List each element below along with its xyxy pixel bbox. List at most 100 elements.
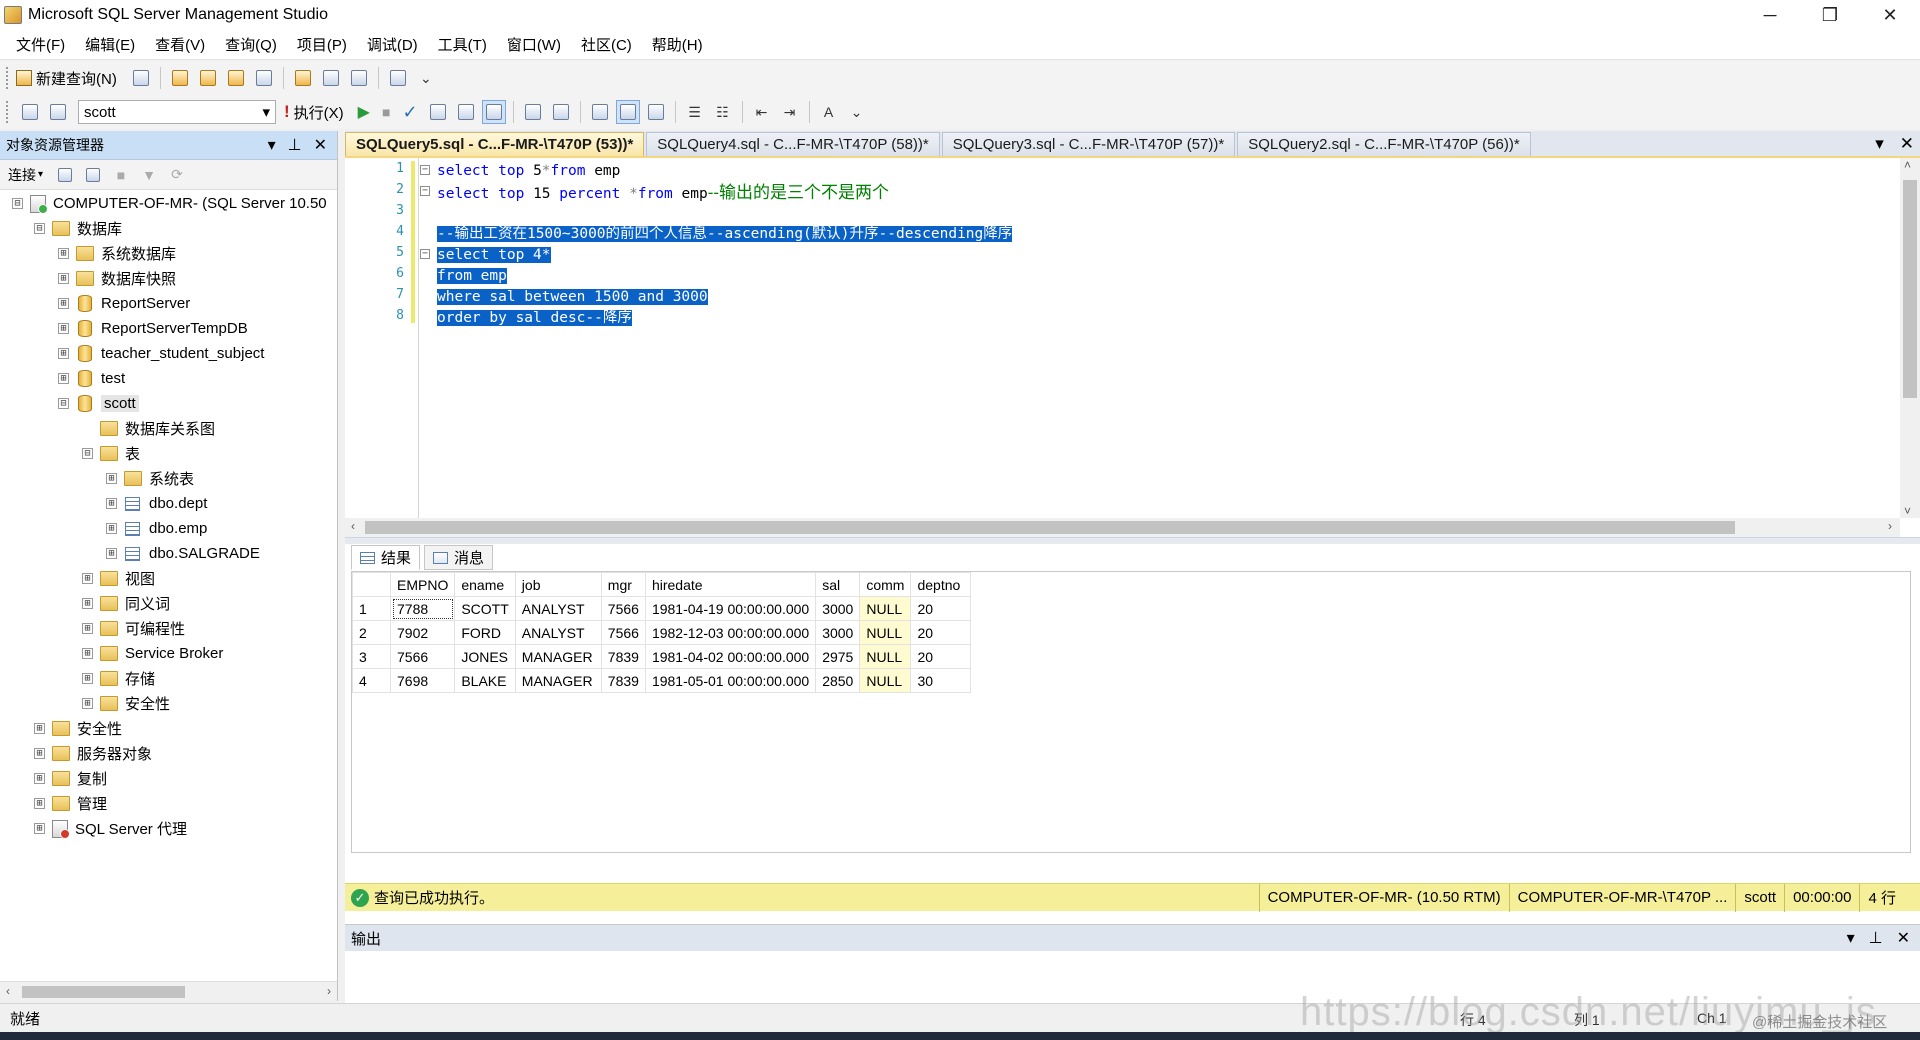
table-row[interactable]: 1 7788 SCOTT ANALYST 7566 1981-04-19 00:… <box>352 596 972 621</box>
scroll-down-arrow-icon[interactable]: ˅ <box>1904 504 1911 518</box>
tree-node-dbo-dept[interactable]: ⊞ dbo.dept <box>106 491 207 516</box>
display-estimated-plan-button[interactable] <box>426 100 450 124</box>
table-cell[interactable]: 20 <box>910 644 972 669</box>
table-cell[interactable]: FORD <box>454 620 516 645</box>
menu-file[interactable]: 文件(F) <box>6 34 75 55</box>
editor-results-splitter[interactable] <box>345 537 1920 544</box>
expand-icon[interactable]: ⊞ <box>106 548 117 559</box>
scroll-up-arrow-icon[interactable]: ˄ <box>1904 158 1911 172</box>
table-cell[interactable]: 3000 <box>815 596 861 621</box>
menu-view[interactable]: 查看(V) <box>145 34 215 55</box>
tree-node-server-security[interactable]: ⊞ 安全性 <box>34 716 122 741</box>
row-number[interactable]: 3 <box>352 644 391 669</box>
table-cell[interactable]: 30 <box>910 668 972 693</box>
table-cell[interactable]: 7698 <box>389 668 456 693</box>
expand-icon[interactable]: ⊞ <box>34 748 45 759</box>
close-window-button[interactable]: ✕ <box>1860 0 1920 30</box>
tree-node-db-security[interactable]: ⊞ 安全性 <box>82 691 170 716</box>
uncomment-button[interactable]: ☷ <box>711 100 735 124</box>
collapse-icon[interactable]: ⊟ <box>82 448 93 459</box>
scroll-left-arrow-icon[interactable]: ‹ <box>6 984 10 998</box>
pin-icon[interactable]: ⊥ <box>1869 928 1883 948</box>
results-grid[interactable]: EMPNO ename job mgr hiredate sal comm de… <box>351 571 1911 853</box>
tree-node-tables[interactable]: ⊟ 表 <box>82 441 140 466</box>
scroll-right-arrow-icon[interactable]: › <box>327 984 331 998</box>
decrease-indent-button[interactable]: ⇤ <box>750 100 774 124</box>
table-cell[interactable]: SCOTT <box>454 596 516 621</box>
expand-icon[interactable]: ⊞ <box>34 723 45 734</box>
minimize-button[interactable]: ─ <box>1740 0 1800 30</box>
expand-icon[interactable]: ⊞ <box>82 623 93 634</box>
connect-explorer-button[interactable] <box>53 163 77 187</box>
tree-node-service-broker[interactable]: ⊞ Service Broker <box>82 641 223 666</box>
menu-help[interactable]: 帮助(H) <box>642 34 713 55</box>
collapse-icon[interactable]: ⊟ <box>34 223 45 234</box>
table-cell[interactable]: 7902 <box>389 620 456 645</box>
toolbar-overflow-button[interactable]: ⌄ <box>845 100 869 124</box>
dropdown-arrow-icon[interactable]: ▾ <box>268 135 276 155</box>
scroll-left-arrow-icon[interactable]: ‹ <box>351 519 355 533</box>
scroll-right-arrow-icon[interactable]: › <box>1888 519 1892 533</box>
increase-indent-button[interactable]: ⇥ <box>778 100 802 124</box>
disconnect-button[interactable] <box>81 163 105 187</box>
collapse-region-icon[interactable]: − <box>420 249 430 259</box>
restore-button[interactable]: ❐ <box>1800 0 1860 30</box>
toolbar-overflow-button[interactable]: ⌄ <box>414 66 438 90</box>
close-panel-icon[interactable]: ✕ <box>314 135 327 155</box>
include-actual-plan-button[interactable] <box>521 100 545 124</box>
column-header[interactable]: sal <box>815 572 861 597</box>
tree-node-management[interactable]: ⊞ 管理 <box>34 791 107 816</box>
menu-window[interactable]: 窗口(W) <box>497 34 571 55</box>
expand-icon[interactable]: ⊞ <box>106 523 117 534</box>
tab-messages[interactable]: 消息 <box>424 545 494 570</box>
filter-button[interactable]: ▼ <box>137 163 161 187</box>
sql-editor[interactable]: 1 2 3 4 5 6 7 8 − − − select top 5*from … <box>345 158 1920 537</box>
close-tab-icon[interactable]: ✕ <box>1900 134 1914 154</box>
results-to-grid-button[interactable] <box>615 100 640 124</box>
table-cell[interactable]: 7566 <box>389 644 456 669</box>
tree-node-programmability[interactable]: ⊞ 可编程性 <box>82 616 185 641</box>
connect-dropdown[interactable]: 连接 <box>8 165 36 185</box>
stop-button[interactable]: ■ <box>109 163 133 187</box>
table-cell[interactable]: 1982-12-03 00:00:00.000 <box>644 620 817 645</box>
execute-button[interactable]: ! 执行(X) <box>284 102 344 123</box>
menu-project[interactable]: 项目(P) <box>287 34 357 55</box>
table-row[interactable]: 3 7566 JONES MANAGER 7839 1981-04-02 00:… <box>352 644 972 669</box>
expand-icon[interactable]: ⊞ <box>34 823 45 834</box>
collapse-icon[interactable]: ⊟ <box>58 398 69 409</box>
pin-icon[interactable]: ⊥ <box>288 135 302 155</box>
results-to-file-button[interactable] <box>644 100 668 124</box>
collapse-icon[interactable]: ⊟ <box>12 198 23 209</box>
table-cell[interactable]: 7566 <box>600 596 646 621</box>
expand-icon[interactable]: ⊞ <box>82 673 93 684</box>
tree-node-system-tables[interactable]: ⊞ 系统表 <box>106 466 194 491</box>
tab-sqlquery4[interactable]: SQLQuery4.sql - C...F-MR-\T470P (58))* <box>646 132 940 156</box>
tree-node-server[interactable]: ⊟ COMPUTER-OF-MR- (SQL Server 10.50 <box>12 191 327 216</box>
open-file-button[interactable] <box>291 66 315 90</box>
tree-node-scott[interactable]: ⊟ scott <box>58 391 139 416</box>
table-cell[interactable]: 1981-04-19 00:00:00.000 <box>644 596 817 621</box>
menu-community[interactable]: 社区(C) <box>571 34 642 55</box>
column-header[interactable]: EMPNO <box>389 572 456 597</box>
tree-node-sql-server-agent[interactable]: ⊞ SQL Server 代理 <box>34 816 187 841</box>
table-cell[interactable]: 1981-04-02 00:00:00.000 <box>644 644 817 669</box>
table-cell[interactable]: NULL <box>859 644 912 669</box>
table-row[interactable]: 2 7902 FORD ANALYST 7566 1982-12-03 00:0… <box>352 620 972 645</box>
tree-node-database-diagrams[interactable]: 数据库关系图 <box>82 416 215 441</box>
expand-icon[interactable]: ⊞ <box>106 498 117 509</box>
expand-icon[interactable]: ⊞ <box>58 373 69 384</box>
tree-node-dbo-emp[interactable]: ⊞ dbo.emp <box>106 516 207 541</box>
refresh-button[interactable]: ⟳ <box>165 163 189 187</box>
expand-icon[interactable]: ⊞ <box>58 323 69 334</box>
table-cell[interactable]: NULL <box>859 620 912 645</box>
tab-list-dropdown-icon[interactable]: ▾ <box>1875 134 1884 154</box>
new-file-button[interactable] <box>129 66 153 90</box>
tree-node-system-databases[interactable]: ⊞ 系统数据库 <box>58 241 176 266</box>
table-cell[interactable]: 20 <box>910 596 972 621</box>
expand-icon[interactable]: ⊞ <box>106 473 117 484</box>
expand-icon[interactable]: ⊞ <box>82 598 93 609</box>
connect-button[interactable] <box>18 100 42 124</box>
dropdown-arrow-icon[interactable]: ▾ <box>1847 928 1855 948</box>
column-header[interactable]: comm <box>859 572 912 597</box>
table-cell[interactable]: 7839 <box>600 668 646 693</box>
